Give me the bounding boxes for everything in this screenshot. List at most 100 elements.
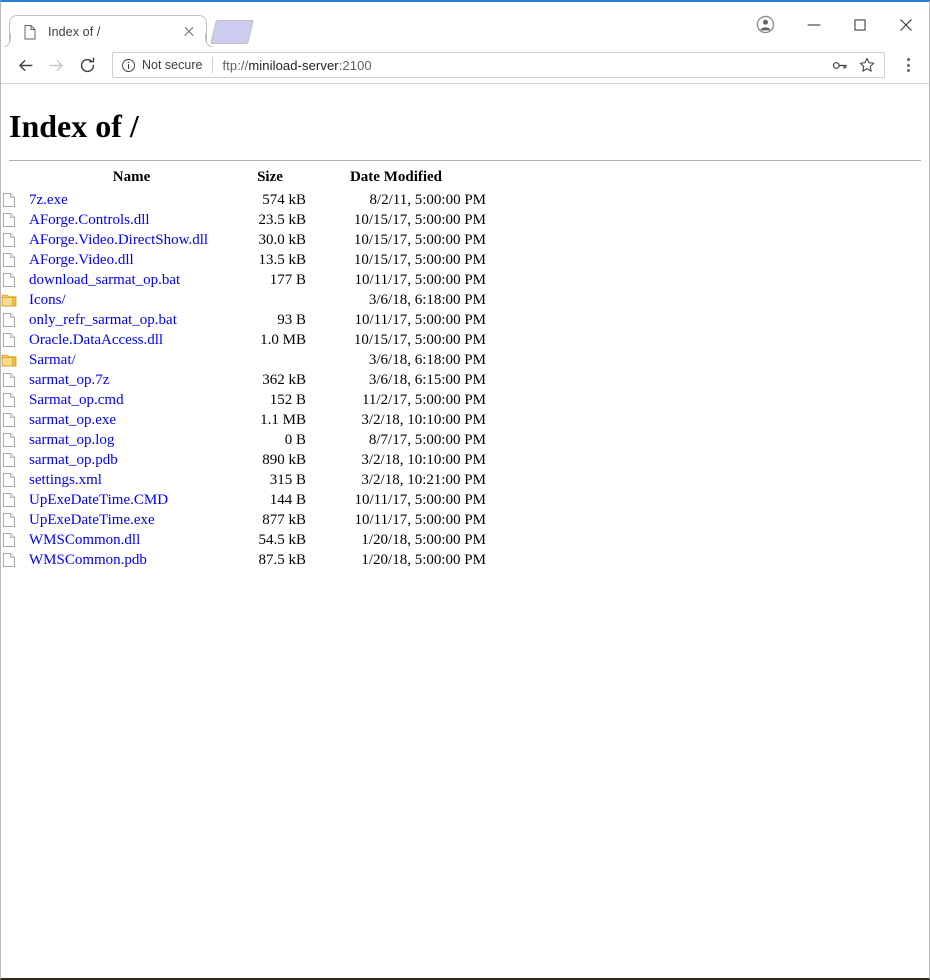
entry-link[interactable]: Sarmat_op.cmd — [29, 392, 124, 408]
entry-size-cell: 1.1 MB — [260, 412, 306, 428]
table-row[interactable]: sarmat_op.pdb 890 kB 3/2/18, 10:10:00 PM — [1, 450, 486, 470]
entry-size-cell: 315 B — [269, 472, 306, 488]
title-divider — [9, 160, 921, 161]
table-row[interactable]: Sarmat/ 3/6/18, 6:18:00 PM — [1, 350, 486, 370]
entry-name-cell: WMSCommon.pdb — [29, 550, 234, 570]
entry-size-cell: 13.5 kB — [258, 252, 306, 268]
entry-link[interactable]: WMSCommon.dll — [29, 532, 140, 548]
table-row[interactable]: settings.xml 315 B 3/2/18, 10:21:00 PM — [1, 470, 486, 490]
table-row[interactable]: sarmat_op.log 0 B 8/7/17, 5:00:00 PM — [1, 430, 486, 450]
table-row[interactable]: UpExeDateTime.exe 877 kB 10/11/17, 5:00:… — [1, 510, 486, 530]
column-header-name[interactable]: Name — [29, 169, 234, 190]
table-row[interactable]: UpExeDateTime.CMD 144 B 10/11/17, 5:00:0… — [1, 490, 486, 510]
entry-icon-cell — [1, 210, 29, 230]
entry-link[interactable]: sarmat_op.exe — [29, 412, 116, 428]
table-row[interactable]: WMSCommon.pdb 87.5 kB 1/20/18, 5:00:00 P… — [1, 550, 486, 570]
entry-icon-cell — [1, 470, 29, 490]
entry-link[interactable]: sarmat_op.7z — [29, 372, 109, 388]
entry-link[interactable]: WMSCommon.pdb — [29, 552, 147, 568]
file-icon — [3, 213, 15, 227]
entry-name-cell: settings.xml — [29, 470, 234, 490]
entry-link[interactable]: download_sarmat_op.bat — [29, 272, 180, 288]
entry-link[interactable]: AForge.Video.dll — [29, 252, 134, 268]
background-tab[interactable] — [210, 20, 254, 44]
entry-name-cell: sarmat_op.log — [29, 430, 234, 450]
table-row[interactable]: WMSCommon.dll 54.5 kB 1/20/18, 5:00:00 P… — [1, 530, 486, 550]
table-row[interactable]: Sarmat_op.cmd 152 B 11/2/17, 5:00:00 PM — [1, 390, 486, 410]
entry-name-cell: Oracle.DataAccess.dll — [29, 330, 234, 350]
file-icon — [3, 553, 15, 567]
entry-size-cell: 362 kB — [262, 372, 306, 388]
site-information-button[interactable]: Not secure — [121, 58, 202, 73]
table-row[interactable]: Icons/ 3/6/18, 6:18:00 PM — [1, 290, 486, 310]
entry-icon-cell — [1, 330, 29, 350]
minimize-icon[interactable] — [791, 9, 837, 41]
entry-name-cell: AForge.Video.DirectShow.dll — [29, 230, 234, 250]
table-row[interactable]: sarmat_op.7z 362 kB 3/6/18, 6:15:00 PM — [1, 370, 486, 390]
table-row[interactable]: AForge.Video.DirectShow.dll 30.0 kB 10/1… — [1, 230, 486, 250]
entry-size-cell: 0 B — [284, 432, 306, 448]
menu-dot — [906, 68, 910, 72]
entry-date-cell: 10/15/17, 5:00:00 PM — [353, 212, 486, 228]
file-icon — [3, 273, 15, 287]
entry-link[interactable]: only_refr_sarmat_op.bat — [29, 312, 177, 328]
file-icon — [3, 253, 15, 267]
entry-link[interactable]: AForge.Controls.dll — [29, 212, 150, 228]
entry-size-cell: 890 kB — [262, 452, 306, 468]
entry-link[interactable]: Oracle.DataAccess.dll — [29, 332, 163, 348]
column-header-date[interactable]: Date Modified — [306, 169, 486, 190]
table-row[interactable]: AForge.Video.dll 13.5 kB 10/15/17, 5:00:… — [1, 250, 486, 270]
table-row[interactable]: only_refr_sarmat_op.bat 93 B 10/11/17, 5… — [1, 310, 486, 330]
tab-index-of[interactable]: Index of / — [9, 15, 207, 47]
key-icon[interactable] — [828, 54, 850, 76]
back-arrow-icon[interactable] — [11, 51, 39, 79]
entry-date-cell: 10/11/17, 5:00:00 PM — [354, 312, 486, 328]
table-row[interactable]: sarmat_op.exe 1.1 MB 3/2/18, 10:10:00 PM — [1, 410, 486, 430]
entry-link[interactable]: Icons/ — [29, 292, 66, 308]
column-header-size[interactable]: Size — [234, 169, 306, 190]
entry-icon-cell — [1, 430, 29, 450]
file-icon — [3, 453, 15, 467]
entry-link[interactable]: 7z.exe — [29, 192, 68, 208]
table-header-row: Name Size Date Modified — [1, 169, 486, 190]
entry-date-cell: 8/2/11, 5:00:00 PM — [369, 192, 486, 208]
column-header-icon — [1, 169, 29, 190]
close-tab-icon[interactable] — [180, 23, 198, 41]
address-bar[interactable]: Not secure ftp://miniload-server:2100 — [112, 52, 885, 78]
entry-name-cell: UpExeDateTime.CMD — [29, 490, 234, 510]
entry-link[interactable]: UpExeDateTime.CMD — [29, 492, 168, 508]
table-row[interactable]: AForge.Controls.dll 23.5 kB 10/15/17, 5:… — [1, 210, 486, 230]
entry-size-cell: 87.5 kB — [258, 552, 306, 568]
file-icon — [3, 313, 15, 327]
entry-link[interactable]: sarmat_op.pdb — [29, 452, 118, 468]
entry-name-cell: sarmat_op.exe — [29, 410, 234, 430]
entry-link[interactable]: settings.xml — [29, 472, 102, 488]
entry-date-cell: 8/7/17, 5:00:00 PM — [368, 432, 486, 448]
entry-icon-cell — [1, 370, 29, 390]
url-text: ftp://miniload-server:2100 — [222, 58, 822, 73]
entry-link[interactable]: AForge.Video.DirectShow.dll — [29, 232, 208, 248]
close-window-icon[interactable] — [883, 9, 929, 41]
table-row[interactable]: 7z.exe 574 kB 8/2/11, 5:00:00 PM — [1, 190, 486, 210]
entry-link[interactable]: sarmat_op.log — [29, 432, 114, 448]
entry-name-cell: WMSCommon.dll — [29, 530, 234, 550]
reload-icon[interactable] — [73, 51, 101, 79]
entry-icon-cell — [1, 310, 29, 330]
file-icon — [3, 233, 15, 247]
entry-date-cell: 3/6/18, 6:15:00 PM — [368, 372, 486, 388]
table-row[interactable]: download_sarmat_op.bat 177 B 10/11/17, 5… — [1, 270, 486, 290]
entry-link[interactable]: UpExeDateTime.exe — [29, 512, 155, 528]
browser-window: Index of / Not secure ftp://miniload-ser… — [0, 0, 930, 980]
menu-dot — [906, 58, 910, 62]
entry-size-cell: 144 B — [269, 492, 306, 508]
profile-avatar-icon[interactable] — [739, 9, 791, 41]
entry-size-cell: 93 B — [277, 312, 306, 328]
entry-link[interactable]: Sarmat/ — [29, 352, 76, 368]
three-dot-menu-icon[interactable] — [895, 51, 921, 79]
maximize-icon[interactable] — [837, 9, 883, 41]
table-row[interactable]: Oracle.DataAccess.dll 1.0 MB 10/15/17, 5… — [1, 330, 486, 350]
entry-name-cell: download_sarmat_op.bat — [29, 270, 234, 290]
entry-date-cell: 1/20/18, 5:00:00 PM — [361, 552, 486, 568]
star-icon[interactable] — [856, 54, 878, 76]
entry-date-cell: 10/15/17, 5:00:00 PM — [353, 332, 486, 348]
